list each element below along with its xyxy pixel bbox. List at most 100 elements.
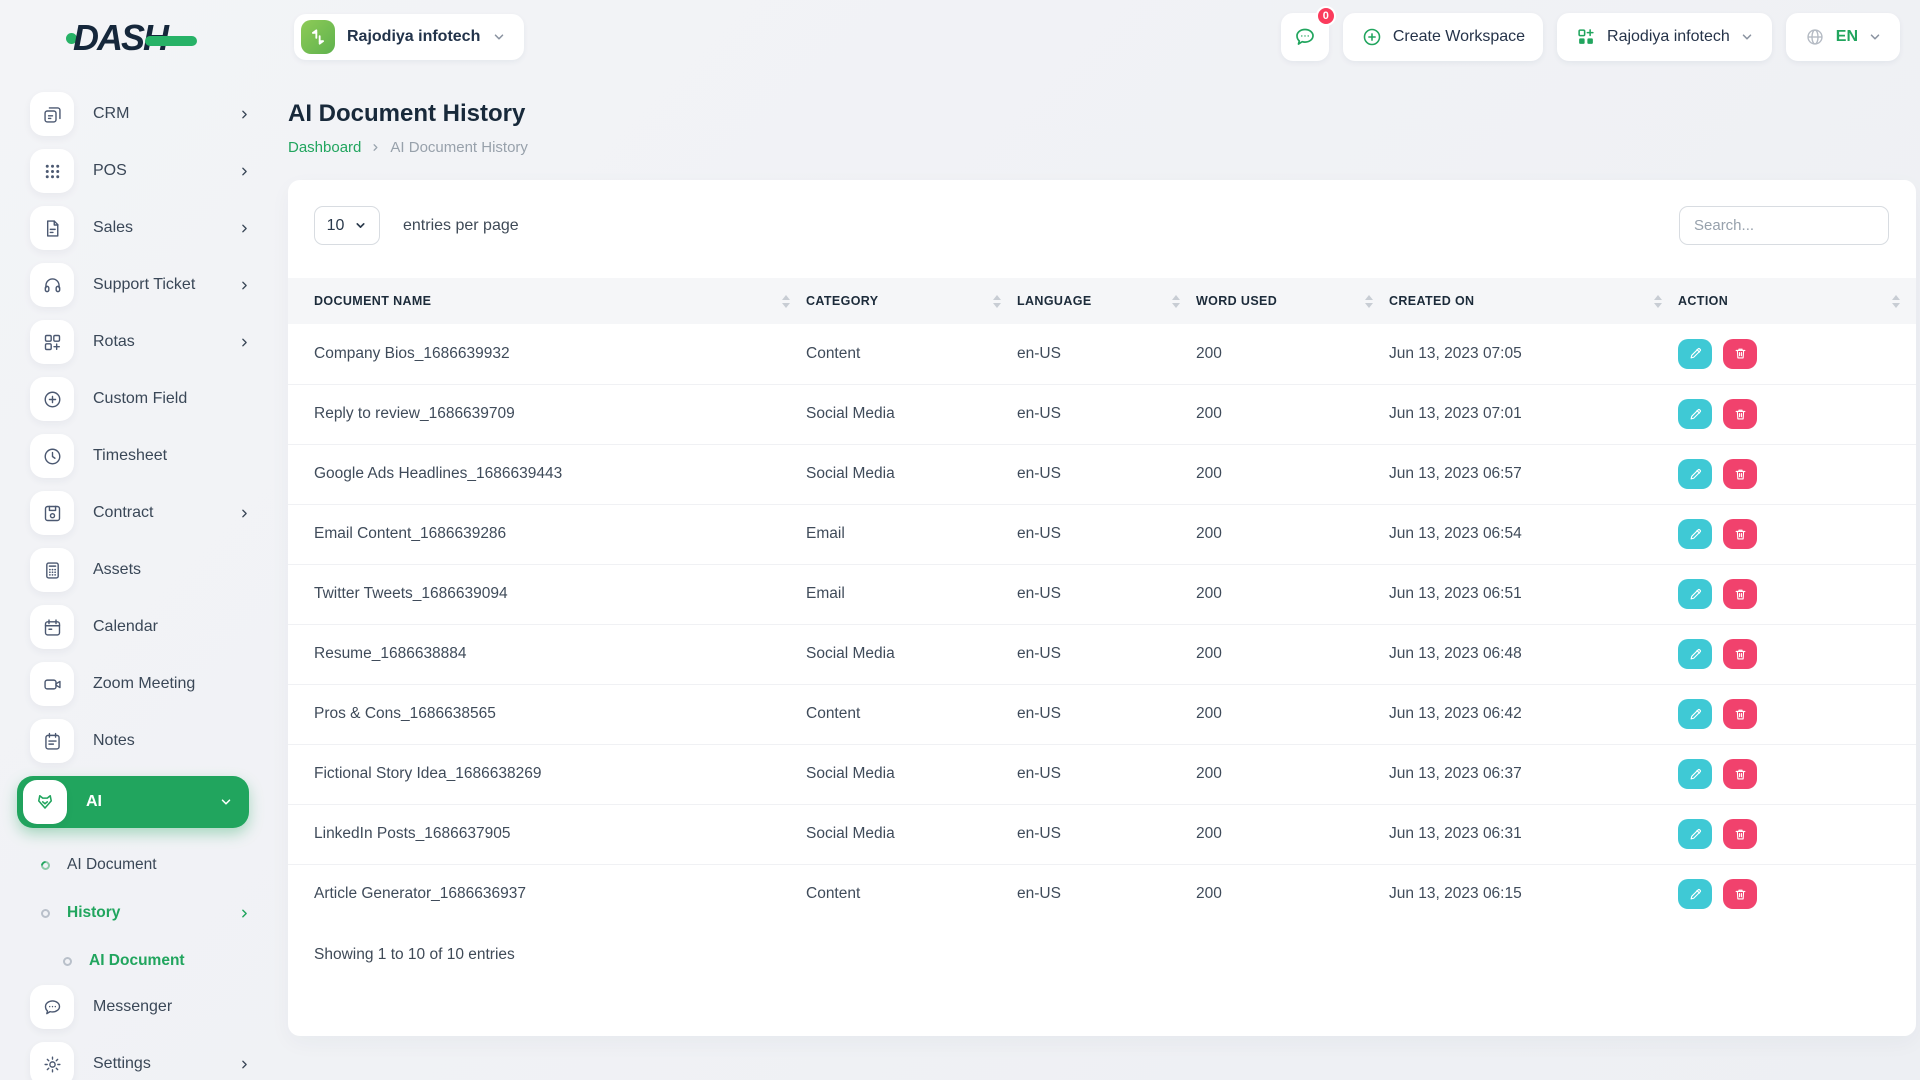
edit-button[interactable]: [1678, 879, 1712, 910]
cell-language: en-US: [1017, 383, 1196, 444]
cell-language: en-US: [1017, 503, 1196, 564]
sidebar-item-settings[interactable]: Settings: [17, 1042, 267, 1080]
delete-button[interactable]: [1723, 338, 1757, 369]
delete-button[interactable]: [1723, 459, 1757, 489]
table-row: Pros & Cons_1686638565 Content en-US 200…: [288, 683, 1916, 744]
edit-button[interactable]: [1678, 338, 1712, 369]
table-footer-summary: Showing 1 to 10 of 10 entries: [314, 946, 515, 963]
sidebar-item-custom-field[interactable]: Custom Field: [17, 377, 267, 421]
table-controls: 10 entries per page: [288, 180, 1916, 245]
column-header-created-on[interactable]: CREATED ON: [1389, 278, 1662, 324]
column-header-word-used[interactable]: WORD USED: [1196, 278, 1373, 324]
delete-button[interactable]: [1723, 879, 1757, 910]
notes-icon: [30, 719, 74, 763]
sidebar-item-crm[interactable]: CRM: [17, 92, 267, 136]
column-header-action[interactable]: ACTION: [1678, 278, 1900, 324]
trash-icon: [1735, 469, 1745, 479]
sidebar-subitem-ai-document[interactable]: AI Document: [17, 841, 267, 889]
chevron-down-icon: [356, 223, 365, 228]
sidebar-item-messenger[interactable]: Messenger: [17, 985, 267, 1029]
sidebar-subitem-history-ai-document[interactable]: AI Document: [17, 937, 267, 985]
edit-button[interactable]: [1678, 579, 1712, 609]
sidebar-item-zoom-meeting[interactable]: Zoom Meeting: [17, 662, 267, 706]
bullet-icon: [63, 956, 72, 966]
table-row: Fictional Story Idea_1686638269 Social M…: [288, 743, 1916, 804]
cell-created-on: Jun 13, 2023 07:01: [1389, 383, 1678, 444]
sidebar-item-timesheet[interactable]: Timesheet: [17, 434, 267, 478]
pencil-icon: [1690, 828, 1701, 839]
column-header-document-name[interactable]: DOCUMENT NAME: [288, 278, 790, 324]
breadcrumb-current: AI Document History: [390, 139, 528, 156]
delete-button[interactable]: [1723, 579, 1757, 609]
entries-per-page-select[interactable]: 10: [314, 206, 380, 245]
edit-button[interactable]: [1678, 699, 1712, 729]
delete-button[interactable]: [1723, 399, 1757, 429]
delete-button[interactable]: [1723, 519, 1757, 549]
table-row: Twitter Tweets_1686639094 Email en-US 20…: [288, 563, 1916, 624]
sidebar-item-support-ticket[interactable]: Support Ticket: [17, 263, 267, 307]
sidebar-item-label: Settings: [93, 1055, 151, 1072]
cell-language: en-US: [1017, 683, 1196, 744]
sidebar-subitem-history[interactable]: History: [17, 889, 267, 937]
delete-button[interactable]: [1723, 699, 1757, 729]
sidebar-item-assets[interactable]: Assets: [17, 548, 267, 592]
trash-icon: [1735, 889, 1745, 900]
cell-document-name: Email Content_1686639286: [288, 503, 806, 564]
sidebar-item-calendar[interactable]: Calendar: [17, 605, 267, 649]
trash-icon: [1735, 829, 1745, 839]
edit-button[interactable]: [1678, 639, 1712, 669]
column-header-category[interactable]: CATEGORY: [806, 278, 1001, 324]
chevron-right-icon: [238, 336, 251, 349]
table-row: Article Generator_1686636937 Content en-…: [288, 863, 1916, 924]
breadcrumb-dashboard-link[interactable]: Dashboard: [288, 139, 361, 156]
cell-language: en-US: [1017, 443, 1196, 504]
cell-word-used: 200: [1196, 743, 1389, 804]
sidebar-item-contract[interactable]: Contract: [17, 491, 267, 535]
table-row: LinkedIn Posts_1686637905 Social Media e…: [288, 803, 1916, 864]
app-logo[interactable]: DASH: [66, 16, 198, 60]
sort-icons: [1365, 294, 1373, 308]
pencil-icon: [1690, 348, 1701, 359]
sidebar-item-notes[interactable]: Notes: [17, 719, 267, 763]
delete-button[interactable]: [1723, 759, 1757, 789]
sidebar-item-sales[interactable]: Sales: [17, 206, 267, 250]
sidebar-item-label: Calendar: [93, 618, 158, 635]
table-row: Email Content_1686639286 Email en-US 200…: [288, 503, 1916, 564]
language-selector[interactable]: EN: [1785, 13, 1900, 61]
edit-button[interactable]: [1678, 459, 1712, 489]
workspace-name: Rajodiya infotech: [347, 28, 481, 45]
edit-button[interactable]: [1678, 519, 1712, 549]
contract-icon: [30, 491, 74, 535]
sidebar-item-pos[interactable]: POS: [17, 149, 267, 193]
table-row: Reply to review_1686639709 Social Media …: [288, 383, 1916, 444]
edit-button[interactable]: [1678, 759, 1712, 789]
entries-per-page-label: entries per page: [403, 216, 519, 234]
sidebar-item-label: Support Ticket: [93, 276, 196, 293]
sidebar-item-label: Zoom Meeting: [93, 675, 196, 692]
search-input[interactable]: [1679, 206, 1889, 245]
delete-button[interactable]: [1723, 639, 1757, 669]
bullet-icon: [41, 908, 50, 918]
sales-icon: [30, 206, 74, 250]
cell-word-used: 200: [1196, 443, 1389, 504]
chevron-right-icon: [238, 1058, 251, 1071]
account-menu[interactable]: Rajodiya infotech: [1557, 13, 1772, 61]
edit-button[interactable]: [1678, 399, 1712, 429]
cell-category: Email: [806, 503, 1017, 564]
rotas-icon: [30, 320, 74, 364]
column-header-language[interactable]: LANGUAGE: [1017, 278, 1180, 324]
delete-button[interactable]: [1723, 819, 1757, 849]
sort-icons: [1172, 294, 1180, 308]
messages-button[interactable]: 0: [1280, 6, 1336, 61]
cell-category: Social Media: [806, 623, 1017, 684]
create-workspace-button[interactable]: Create Workspace: [1342, 13, 1544, 61]
workspace-switcher[interactable]: Rajodiya infotech: [294, 14, 525, 60]
sidebar-item-label: Custom Field: [93, 390, 188, 407]
cell-word-used: 200: [1196, 563, 1389, 624]
sidebar-item-ai[interactable]: AI: [17, 776, 249, 828]
zoom-meeting-icon: [30, 662, 74, 706]
cell-created-on: Jun 13, 2023 06:51: [1389, 563, 1678, 624]
edit-button[interactable]: [1678, 819, 1712, 849]
sidebar-item-rotas[interactable]: Rotas: [17, 320, 267, 364]
workspace-logo-icon: [301, 20, 335, 54]
